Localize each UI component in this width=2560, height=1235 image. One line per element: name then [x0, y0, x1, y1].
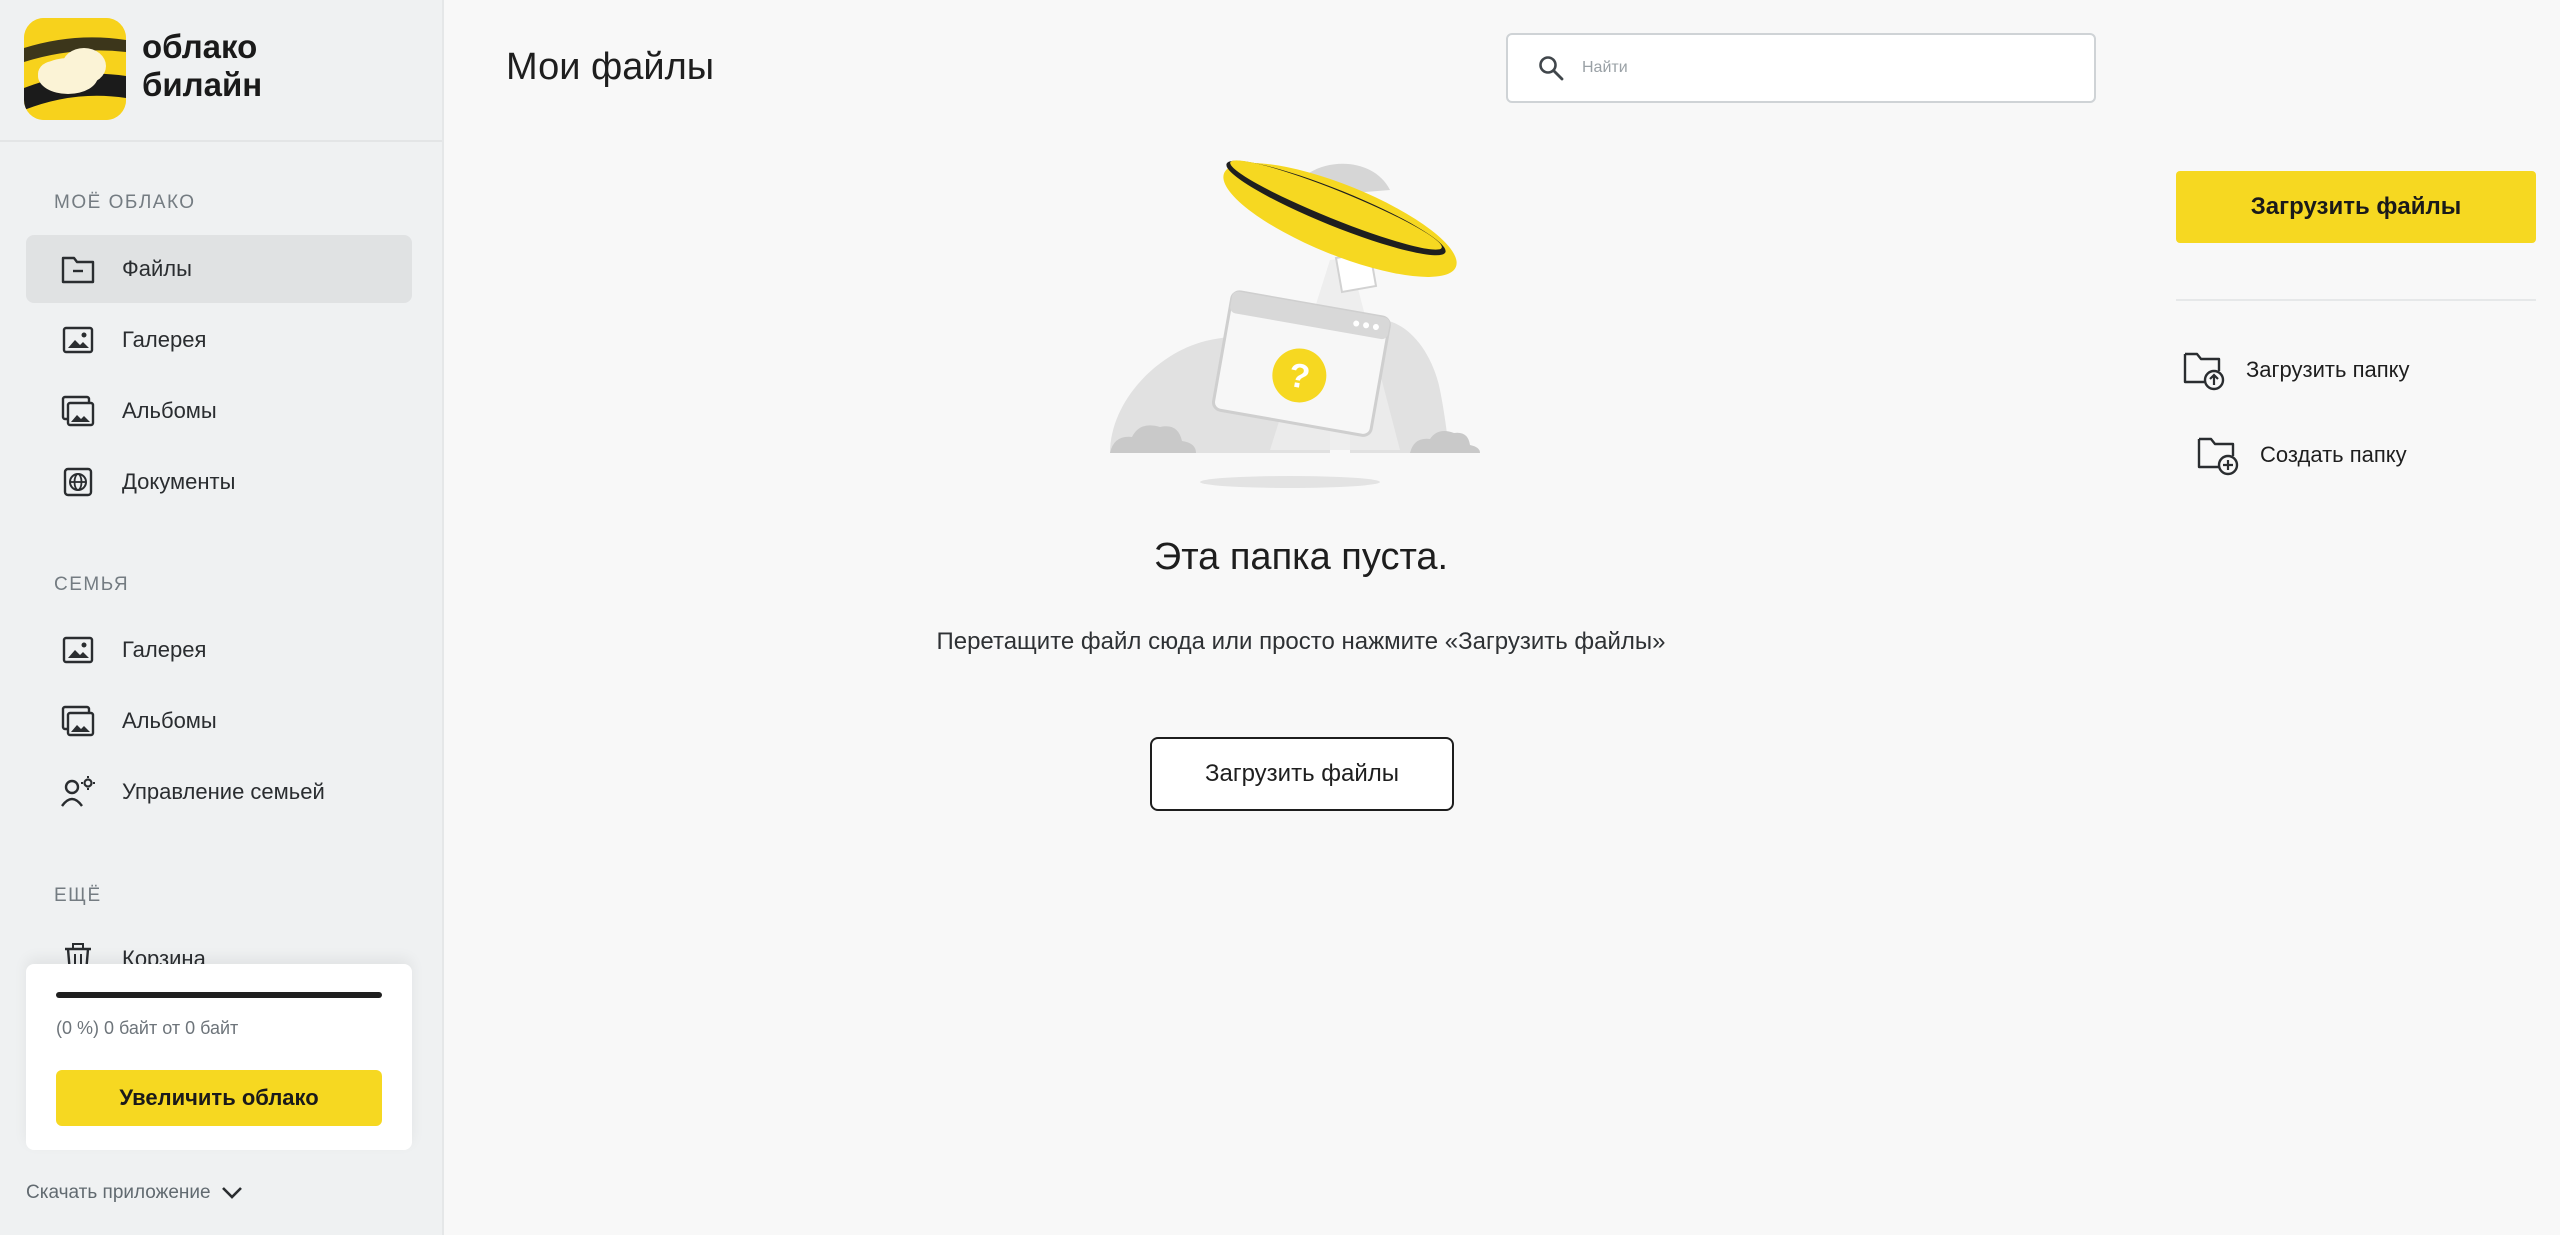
chevron-down-icon: [221, 1187, 242, 1199]
section-title-family: Семья: [54, 574, 130, 595]
storage-card: (0 %) 0 байт от 0 байт Увеличить облако: [26, 964, 412, 1150]
sidebar-item-family-albums[interactable]: Альбомы: [26, 687, 412, 755]
empty-folder-illustration: ?: [1100, 150, 1500, 490]
folder-upload-icon: [2183, 352, 2225, 391]
right-panel-divider: [2176, 299, 2536, 301]
empty-state-subtitle: Перетащите файл сюда или просто нажмите …: [936, 628, 1666, 655]
sidebar-item-label: Альбомы: [122, 708, 217, 733]
upload-folder-label: Загрузить папку: [2246, 357, 2410, 382]
album-icon: [60, 703, 96, 739]
folder-add-icon: [2197, 437, 2239, 476]
sidebar: облако билайн Моё облако Файлы Галерея А…: [0, 0, 444, 1235]
brand-name-line2: билайн: [142, 66, 263, 103]
page-title: Мои файлы: [506, 46, 715, 88]
search-input[interactable]: [1580, 58, 2084, 78]
empty-state-title: Эта папка пуста.: [1153, 536, 1449, 578]
sidebar-item-gallery[interactable]: Галерея: [26, 306, 412, 374]
section-title-more: Ещё: [54, 885, 102, 906]
sidebar-item-files[interactable]: Файлы: [26, 235, 412, 303]
family-settings-icon: [60, 774, 96, 810]
brand-header: облако билайн: [0, 0, 442, 142]
sidebar-item-label: Галерея: [122, 637, 207, 662]
folder-icon: [60, 251, 96, 287]
sidebar-item-documents[interactable]: Документы: [26, 448, 412, 516]
download-app-link[interactable]: Скачать приложение: [26, 1182, 243, 1204]
sidebar-item-label: Файлы: [122, 256, 192, 281]
brand-name-line1: облако: [142, 28, 258, 65]
sidebar-item-family-gallery[interactable]: Галерея: [26, 616, 412, 684]
sidebar-item-label: Управление семьей: [122, 779, 325, 804]
create-folder-label: Создать папку: [2260, 442, 2407, 467]
brand-name: облако билайн: [142, 28, 262, 104]
search-icon: [1539, 56, 1564, 81]
document-globe-icon: [60, 464, 96, 500]
image-icon: [60, 632, 96, 668]
download-app-label: Скачать приложение: [26, 1182, 211, 1203]
storage-progress-bar: [56, 992, 382, 998]
upload-folder-action[interactable]: Загрузить папку: [2182, 349, 2410, 391]
section-title-my-cloud: Моё облако: [54, 192, 196, 213]
sidebar-item-albums[interactable]: Альбомы: [26, 377, 412, 445]
sidebar-item-label: Галерея: [122, 327, 207, 352]
storage-usage-text: (0 %) 0 байт от 0 байт: [56, 1018, 239, 1038]
beeline-cloud-logo[interactable]: [24, 18, 126, 120]
search-box[interactable]: [1506, 33, 2096, 103]
album-icon: [60, 393, 96, 429]
image-icon: [60, 322, 96, 358]
create-folder-action[interactable]: Создать папку: [2196, 434, 2407, 476]
sidebar-item-label: Альбомы: [122, 398, 217, 423]
sidebar-item-label: Документы: [122, 469, 236, 494]
upload-files-button[interactable]: Загрузить файлы: [2176, 171, 2536, 243]
upload-files-outline-button[interactable]: Загрузить файлы: [1150, 737, 1454, 811]
increase-cloud-button[interactable]: Увеличить облако: [56, 1070, 382, 1126]
sidebar-item-family-management[interactable]: Управление семьей: [26, 758, 412, 826]
